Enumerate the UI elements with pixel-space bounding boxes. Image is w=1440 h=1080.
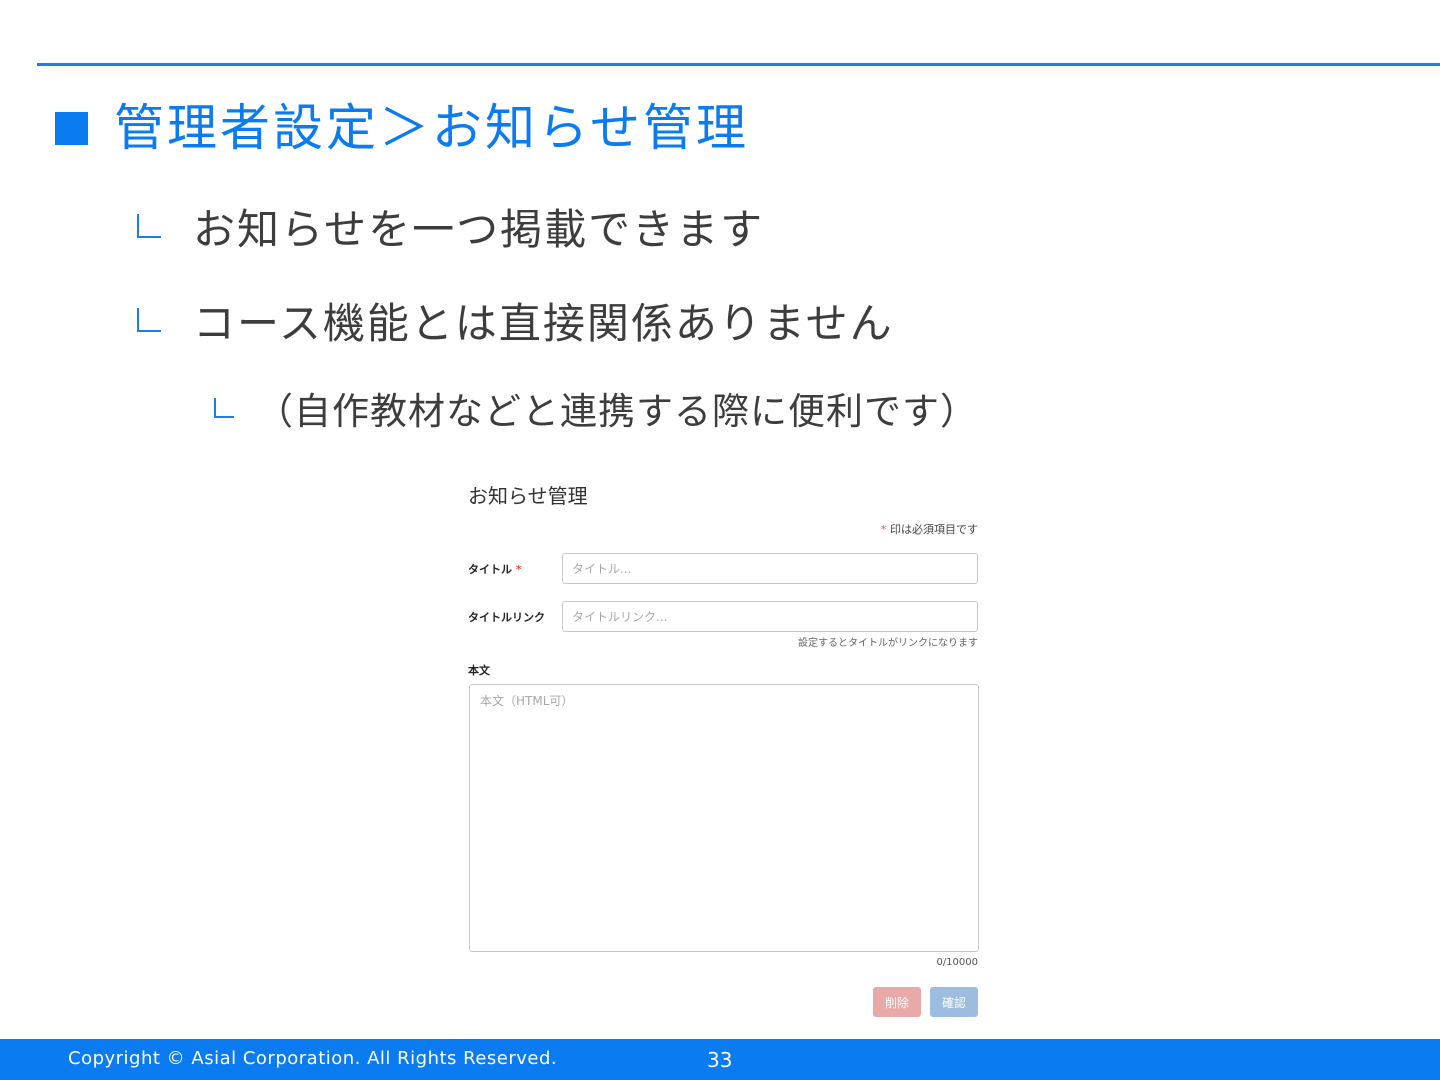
sub-bullet-text: （自作教材などと連携する際に便利です） bbox=[256, 390, 978, 433]
bullet-item: コース機能とは直接関係ありません bbox=[137, 290, 894, 350]
required-note-text: 印は必須項目です bbox=[890, 523, 978, 536]
title-label: タイトル * bbox=[468, 561, 522, 577]
char-counter: 0/10000 bbox=[936, 957, 978, 968]
corner-bracket-icon bbox=[137, 214, 161, 238]
form-heading: お知らせ管理 bbox=[468, 484, 588, 508]
title-link-label: タイトルリンク bbox=[468, 611, 545, 624]
required-note: * 印は必須項目です bbox=[881, 521, 978, 537]
blue-square-icon bbox=[55, 111, 88, 145]
footer-bar: Copyright © Asial Corporation. All Right… bbox=[0, 1039, 1440, 1080]
copyright-text: Copyright © Asial Corporation. All Right… bbox=[68, 1048, 558, 1069]
required-star: * bbox=[881, 523, 887, 536]
slide-title-text: 管理者設定＞お知らせ管理 bbox=[114, 99, 749, 157]
body-textarea[interactable] bbox=[469, 684, 979, 952]
page-number: 33 bbox=[707, 1048, 733, 1072]
title-input[interactable] bbox=[562, 553, 978, 584]
bullet-text: コース機能とは直接関係ありません bbox=[193, 298, 894, 348]
title-label-text: タイトル bbox=[468, 563, 512, 576]
corner-bracket-icon bbox=[137, 308, 161, 332]
corner-bracket-icon bbox=[214, 398, 234, 418]
bullet-item: お知らせを一つ掲載できます bbox=[137, 196, 764, 256]
header-divider bbox=[37, 63, 1440, 66]
bullet-text: お知らせを一つ掲載できます bbox=[193, 204, 765, 254]
announcement-form-screenshot: お知らせ管理 * 印は必須項目です タイトル * タイトルリンク 設定するとタイ… bbox=[466, 470, 986, 1030]
required-star: * bbox=[515, 563, 522, 576]
body-label: 本文 bbox=[468, 664, 490, 677]
title-link-input[interactable] bbox=[562, 601, 978, 632]
delete-button[interactable]: 削除 bbox=[873, 987, 921, 1017]
title-link-help: 設定するとタイトルがリンクになります bbox=[798, 638, 978, 649]
confirm-button[interactable]: 確認 bbox=[930, 987, 978, 1017]
sub-bullet-item: （自作教材などと連携する際に便利です） bbox=[214, 380, 978, 436]
slide-title: 管理者設定＞お知らせ管理 bbox=[55, 92, 749, 164]
